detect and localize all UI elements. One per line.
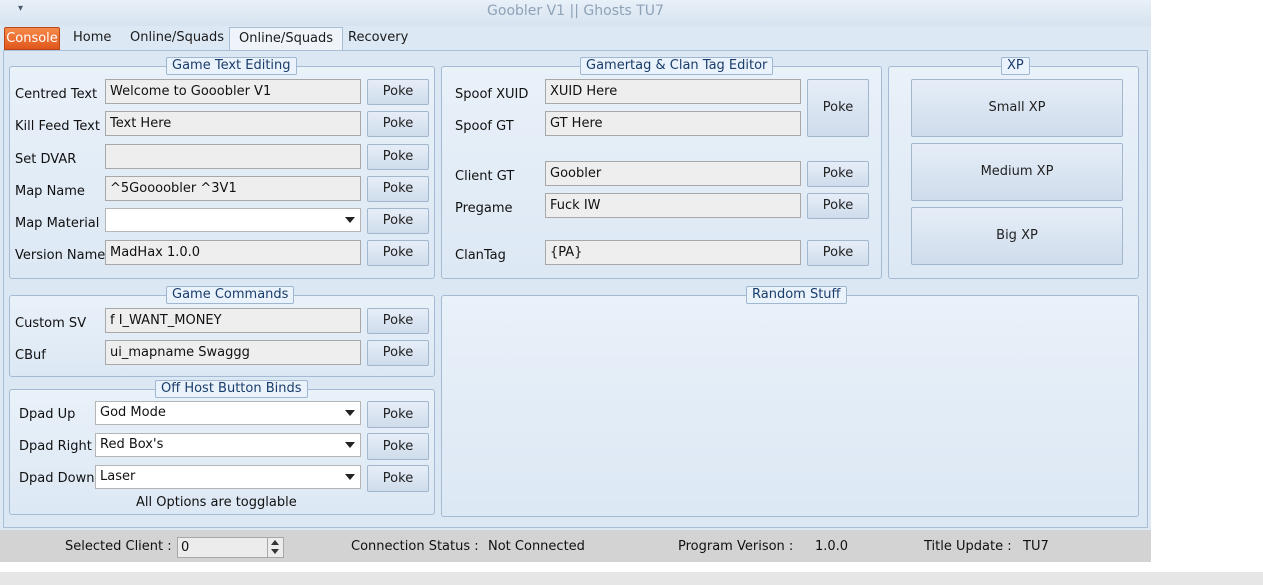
kill-feed-poke-button[interactable]: Poke <box>367 111 429 137</box>
game-text-editing-title: Game Text Editing <box>166 57 297 75</box>
version-name-input[interactable]: MadHax 1.0.0 <box>105 240 361 265</box>
centred-text-poke-button[interactable]: Poke <box>367 79 429 105</box>
clantag-label: ClanTag <box>455 248 506 263</box>
dpad-right-select[interactable]: Red Box's <box>95 433 361 457</box>
kill-feed-text-input[interactable]: Text Here <box>105 111 361 136</box>
cbuf-poke-button[interactable]: Poke <box>367 340 429 366</box>
spoof-xuid-input[interactable]: XUID Here <box>545 79 801 104</box>
random-stuff-group <box>441 295 1139 517</box>
title-bar: ▾ Goobler V1 || Ghosts TU7 <box>0 0 1151 26</box>
random-stuff-title: Random Stuff <box>746 286 847 304</box>
connection-status-value: Not Connected <box>488 539 585 554</box>
pregame-input[interactable]: Fuck IW <box>545 193 801 218</box>
version-name-label: Version Name <box>15 248 106 263</box>
spoof-poke-button[interactable]: Poke <box>807 79 869 137</box>
chevron-up-icon[interactable] <box>271 540 279 545</box>
medium-xp-button[interactable]: Medium XP <box>911 143 1123 201</box>
tab-recovery[interactable]: Recovery <box>339 27 417 50</box>
map-name-label: Map Name <box>15 184 85 199</box>
centred-text-label: Centred Text <box>15 87 98 102</box>
dpad-up-value: God Mode <box>100 405 166 420</box>
window-title: Goobler V1 || Ghosts TU7 <box>487 3 664 19</box>
dpad-right-value: Red Box's <box>100 437 164 452</box>
pregame-poke-button[interactable]: Poke <box>807 193 869 219</box>
program-version-value: 1.0.0 <box>815 539 849 554</box>
status-bar: Selected Client : 0 Connection Status : … <box>0 530 1151 562</box>
map-material-poke-button[interactable]: Poke <box>367 208 429 234</box>
button-binds-title: Off Host Button Binds <box>155 380 308 398</box>
connection-status-label: Connection Status : <box>351 539 479 554</box>
bottom-strip <box>0 572 1263 585</box>
game-commands-title: Game Commands <box>166 286 295 304</box>
cbuf-input[interactable]: ui_mapname Swaggg <box>105 340 361 365</box>
custom-sv-poke-button[interactable]: Poke <box>367 308 429 334</box>
chevron-down-icon[interactable] <box>345 474 355 480</box>
dpad-up-poke-button[interactable]: Poke <box>367 401 429 428</box>
program-version-label: Program Verison : <box>678 539 794 554</box>
map-material-select[interactable] <box>105 208 361 232</box>
custom-sv-label: Custom SV <box>15 316 87 331</box>
chevron-down-icon[interactable] <box>271 549 279 554</box>
big-xp-button[interactable]: Big XP <box>911 207 1123 265</box>
dpad-down-label: Dpad Down <box>19 471 95 486</box>
set-dvar-poke-button[interactable]: Poke <box>367 144 429 170</box>
custom-sv-input[interactable]: f I_WANT_MONEY <box>105 308 361 333</box>
selected-client-stepper[interactable]: 0 <box>177 537 284 558</box>
chevron-down-icon[interactable] <box>345 442 355 448</box>
dpad-down-select[interactable]: Laser <box>95 465 361 489</box>
spoof-xuid-label: Spoof XUID <box>455 87 529 102</box>
dpad-up-label: Dpad Up <box>19 407 76 422</box>
stepper-buttons[interactable] <box>267 538 283 557</box>
gamertag-editor-title: Gamertag & Clan Tag Editor <box>580 57 774 75</box>
clantag-input[interactable]: {PA} <box>545 240 801 265</box>
title-update-label: Title Update : <box>924 539 1012 554</box>
selected-client-label: Selected Client : <box>65 539 172 554</box>
tab-console[interactable]: Console <box>4 27 60 50</box>
pregame-label: Pregame <box>455 201 513 216</box>
dpad-down-value: Laser <box>100 469 136 484</box>
chevron-down-icon[interactable] <box>345 217 355 223</box>
tab-home[interactable]: Home <box>64 27 120 50</box>
binds-note: All Options are togglable <box>136 495 297 510</box>
xp-title: XP <box>1001 57 1030 75</box>
version-name-poke-button[interactable]: Poke <box>367 240 429 266</box>
dpad-down-poke-button[interactable]: Poke <box>367 465 429 492</box>
kill-feed-text-label: Kill Feed Text <box>15 119 100 134</box>
dpad-right-label: Dpad Right <box>19 439 92 454</box>
title-update-value: TU7 <box>1023 539 1049 554</box>
spoof-gt-label: Spoof GT <box>455 119 514 134</box>
map-name-poke-button[interactable]: Poke <box>367 176 429 202</box>
tab-online-squads-1[interactable]: Online/Squads <box>121 27 233 50</box>
spoof-gt-input[interactable]: GT Here <box>545 111 801 136</box>
centred-text-input[interactable]: Welcome to Gooobler V1 <box>105 79 361 104</box>
client-gt-poke-button[interactable]: Poke <box>807 161 869 187</box>
set-dvar-input[interactable] <box>105 144 361 169</box>
map-material-label: Map Material <box>15 216 100 231</box>
client-gt-label: Client GT <box>455 169 515 184</box>
set-dvar-label: Set DVAR <box>15 152 77 167</box>
small-xp-button[interactable]: Small XP <box>911 79 1123 137</box>
chevron-down-icon[interactable] <box>345 410 355 416</box>
main-window: ▾ Goobler V1 || Ghosts TU7 Console Home … <box>0 0 1151 562</box>
cbuf-label: CBuf <box>15 348 46 363</box>
dpad-right-poke-button[interactable]: Poke <box>367 433 429 460</box>
tab-online-squads-2[interactable]: Online/Squads <box>229 27 344 50</box>
map-name-input[interactable]: ^5Goooobler ^3V1 <box>105 176 361 201</box>
client-gt-input[interactable]: Goobler <box>545 161 801 186</box>
selected-client-value: 0 <box>181 540 190 555</box>
dpad-up-select[interactable]: God Mode <box>95 401 361 425</box>
clantag-poke-button[interactable]: Poke <box>807 240 869 266</box>
